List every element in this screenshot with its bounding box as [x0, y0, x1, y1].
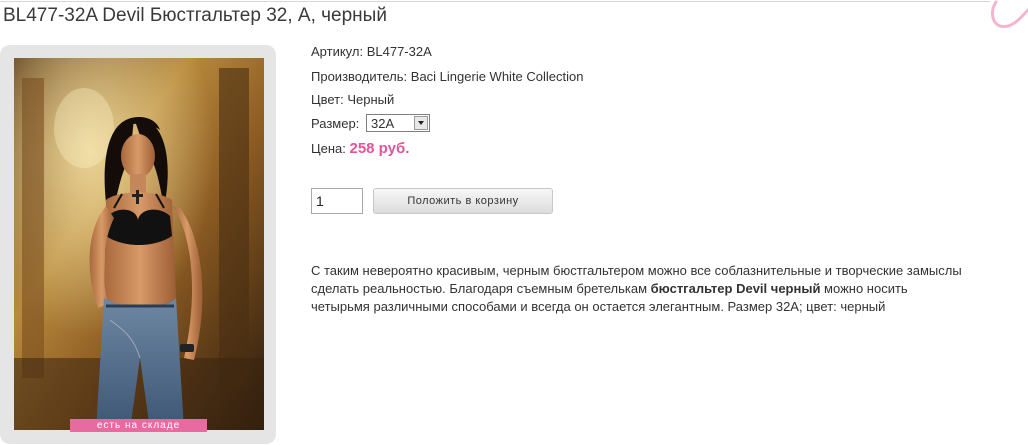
product-image-frame: [0, 45, 276, 444]
price-label: Цена:: [311, 141, 350, 156]
color-value: Черный: [347, 92, 395, 107]
color-label: Цвет:: [311, 92, 348, 107]
size-label: Размер:: [311, 116, 360, 131]
size-row: Размер: 32A: [311, 114, 441, 132]
header-divider: [0, 1, 990, 2]
description-line-3: четырьмя различными способами и всегда о…: [311, 299, 886, 314]
manufacturer-row: Производитель: Baci Lingerie White Colle…: [311, 69, 583, 84]
quantity-input[interactable]: [311, 188, 363, 214]
add-to-cart-button[interactable]: Положить в корзину: [373, 188, 553, 214]
manufacturer-label: Производитель:: [311, 69, 411, 84]
article-label: Артикул:: [311, 44, 367, 59]
description-text: сделать реальностью. Благодаря съемным б…: [311, 281, 651, 296]
product-image[interactable]: [14, 58, 264, 430]
decor-swirl-icon: [982, 0, 1028, 36]
article-row: Артикул: BL477-32A: [311, 44, 432, 59]
size-selected-value: 32A: [371, 116, 395, 131]
price-value: 258 руб.: [349, 140, 410, 157]
in-stock-badge: есть на складе: [70, 419, 207, 432]
page-title: BL477-32A Devil Бюстгальтер 32, A, черны…: [3, 5, 387, 26]
article-value: BL477-32A: [366, 44, 432, 59]
chevron-down-icon[interactable]: [414, 116, 428, 130]
description-text: можно носить: [820, 281, 908, 296]
description-line-2: сделать реальностью. Благодаря съемным б…: [311, 280, 1028, 298]
manufacturer-value: Baci Lingerie White Collection: [410, 69, 584, 84]
price-row: Цена: 258 руб.: [311, 140, 409, 157]
color-row: Цвет: Черный: [311, 92, 394, 107]
description-line-1: С таким невероятно красивым, черным бюст…: [311, 263, 962, 278]
product-description: С таким невероятно красивым, черным бюст…: [311, 262, 1028, 316]
size-select[interactable]: 32A: [366, 114, 430, 132]
description-highlight: бюстгальтер Devil черный: [650, 281, 821, 296]
